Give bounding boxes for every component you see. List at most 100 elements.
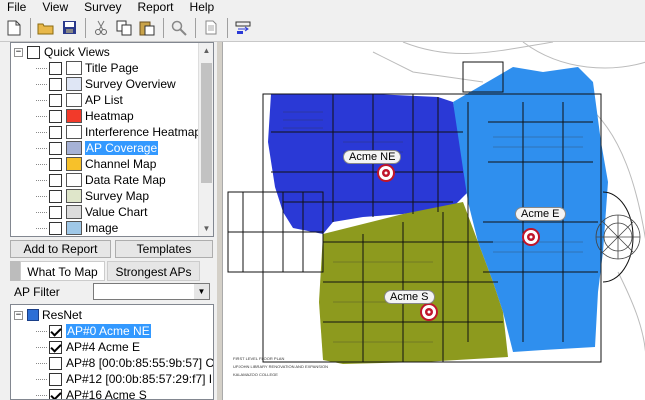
new-icon[interactable] xyxy=(3,17,25,39)
tree-connector xyxy=(36,211,47,213)
toolbar-separator xyxy=(85,17,86,38)
tree-connector xyxy=(36,227,47,229)
ap-checkbox[interactable] xyxy=(49,372,62,386)
quick-view-item[interactable]: Heatmap xyxy=(36,108,134,124)
ap-tree-root-label: ResNet xyxy=(42,308,83,322)
quick-view-label: Image xyxy=(85,221,119,235)
quick-view-label: Value Chart xyxy=(85,205,148,219)
ap-label: AP#12 [00:0b:85:57:29:f7] I xyxy=(66,372,213,386)
export-icon[interactable] xyxy=(232,17,254,39)
menu-help[interactable]: Help xyxy=(183,0,224,14)
ap-marker-acme-ne[interactable] xyxy=(377,164,395,182)
quick-view-checkbox[interactable] xyxy=(49,93,62,107)
menu-survey[interactable]: Survey xyxy=(77,0,130,14)
quick-view-checkbox[interactable] xyxy=(49,173,62,187)
quick-view-checkbox[interactable] xyxy=(49,77,62,91)
quick-view-label: Interference Heatmap xyxy=(85,125,202,139)
ap-filter-label: AP Filter xyxy=(14,285,60,299)
quick-view-checkbox[interactable] xyxy=(49,125,62,139)
tree-connector xyxy=(36,394,47,396)
ap-tree-item[interactable]: AP#8 [00:0b:85:55:9b:57] C xyxy=(36,355,214,371)
ap-label: AP#16 Acme S xyxy=(66,388,147,400)
quick-views-root[interactable]: − Quick Views xyxy=(14,44,110,60)
tree-connector xyxy=(36,378,47,380)
ap-label: AP#4 Acme E xyxy=(66,340,141,354)
ap-list-icon xyxy=(66,93,82,107)
quick-view-item[interactable]: AP List xyxy=(36,92,123,108)
quick-view-label: Channel Map xyxy=(85,157,157,171)
tree-connector xyxy=(36,131,47,133)
quick-view-checkbox[interactable] xyxy=(49,189,62,203)
tab-divider xyxy=(10,261,20,281)
ap-checkbox[interactable] xyxy=(49,356,62,370)
ap-tree-item[interactable]: AP#0 Acme NE xyxy=(36,323,151,339)
quick-view-checkbox[interactable] xyxy=(49,61,62,75)
scroll-up-icon[interactable]: ▲ xyxy=(199,43,213,58)
quick-view-checkbox[interactable] xyxy=(49,109,62,123)
value-chart-icon xyxy=(66,205,82,219)
ap-marker-acme-s[interactable] xyxy=(420,303,438,321)
ap-tree-root[interactable]: − ResNet xyxy=(14,307,82,323)
tree-connector xyxy=(36,179,47,181)
paste-icon[interactable] xyxy=(136,17,158,39)
quick-view-item[interactable]: Data Rate Map xyxy=(36,172,166,188)
quick-views-scrollbar[interactable]: ▲ ▼ xyxy=(198,43,213,236)
quick-view-item[interactable]: AP Coverage xyxy=(36,140,159,156)
quick-view-item[interactable]: Survey Overview xyxy=(36,76,176,92)
ap-tree-item[interactable]: AP#4 Acme E xyxy=(36,339,140,355)
quick-view-checkbox[interactable] xyxy=(49,205,62,219)
channel-map-icon xyxy=(66,157,82,171)
save-icon[interactable] xyxy=(58,17,80,39)
quick-view-checkbox[interactable] xyxy=(49,221,62,235)
quick-view-label: Survey Map xyxy=(85,189,150,203)
ap-checkbox[interactable] xyxy=(49,388,62,399)
toolbar-separator xyxy=(163,17,164,38)
collapse-icon[interactable]: − xyxy=(14,47,23,57)
ap-coverage-icon xyxy=(66,141,82,155)
page-icon[interactable] xyxy=(200,17,222,39)
quick-view-item[interactable]: Interference Heatmap xyxy=(36,124,201,140)
ap-checkbox[interactable] xyxy=(49,340,62,354)
menu-report[interactable]: Report xyxy=(131,0,183,14)
ap-checkbox[interactable] xyxy=(49,324,62,338)
ap-label: AP#8 [00:0b:85:55:9b:57] C xyxy=(66,356,214,370)
zoom-icon[interactable] xyxy=(168,17,190,39)
quick-views-tree: − Quick Views Title Page Survey Overview A… xyxy=(10,42,214,237)
image-icon xyxy=(66,221,82,235)
quick-view-checkbox[interactable] xyxy=(49,141,62,155)
toolbar-separator xyxy=(195,17,196,38)
quick-view-item[interactable]: Image xyxy=(36,220,118,236)
open-icon[interactable] xyxy=(35,17,57,39)
quick-view-label: Heatmap xyxy=(85,109,134,123)
quick-view-item[interactable]: Channel Map xyxy=(36,156,156,172)
tab-strongest-aps[interactable]: Strongest APs xyxy=(107,261,200,281)
chevron-down-icon[interactable]: ▼ xyxy=(194,284,209,299)
quick-views-checkbox[interactable] xyxy=(27,45,40,59)
coverage-map[interactable]: FIRST LEVEL FLOOR PLAN UPJOHN LIBRARY RE… xyxy=(222,42,645,400)
survey-map-icon xyxy=(66,189,82,203)
quick-view-item[interactable]: Title Page xyxy=(36,60,139,76)
menu-view[interactable]: View xyxy=(35,0,77,14)
tab-what-to-map[interactable]: What To Map xyxy=(20,261,105,281)
menu-file[interactable]: File xyxy=(0,0,35,14)
toolbar-separator xyxy=(227,17,228,38)
quick-view-checkbox[interactable] xyxy=(49,157,62,171)
ap-marker-acme-e[interactable] xyxy=(522,228,540,246)
quick-view-item[interactable]: Value Chart xyxy=(36,204,147,220)
quick-view-item[interactable]: Survey Map xyxy=(36,188,149,204)
network-icon xyxy=(27,309,39,321)
ap-tree-item[interactable]: AP#16 Acme S xyxy=(36,387,147,400)
copy-icon[interactable] xyxy=(113,17,135,39)
scroll-down-icon[interactable]: ▼ xyxy=(199,221,213,236)
ap-filter-select[interactable]: ▼ xyxy=(93,283,210,300)
tree-connector xyxy=(36,83,47,85)
cut-icon[interactable] xyxy=(90,17,112,39)
quick-view-label: AP Coverage xyxy=(85,141,159,155)
collapse-icon[interactable]: − xyxy=(14,310,23,320)
data-rate-map-icon xyxy=(66,173,82,187)
map-footer-line3: KALAMAZOO COLLEGE xyxy=(233,372,278,377)
ap-tree-item[interactable]: AP#12 [00:0b:85:57:29:f7] I xyxy=(36,371,212,387)
add-to-report-button[interactable]: Add to Report xyxy=(10,240,111,258)
templates-button[interactable]: Templates xyxy=(115,240,213,258)
scroll-thumb[interactable] xyxy=(201,63,212,183)
